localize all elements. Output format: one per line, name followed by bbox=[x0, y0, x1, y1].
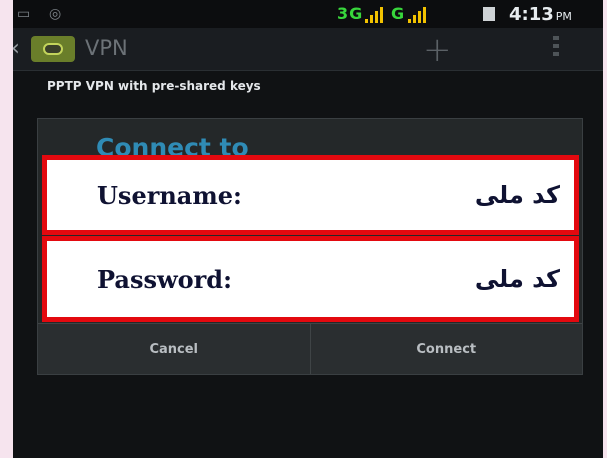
plus-icon[interactable]: + bbox=[423, 30, 452, 70]
screenshot-icon: ▭ bbox=[17, 6, 31, 22]
battery-icon bbox=[483, 7, 495, 21]
cancel-button[interactable]: Cancel bbox=[38, 324, 310, 374]
signal-alert-icon: ◎ bbox=[49, 6, 62, 22]
signal-bars-icon bbox=[365, 7, 383, 23]
clock: 4:13 PM bbox=[509, 4, 572, 25]
status-bar: ▭ ◎ 3G G 4:13 PM bbox=[13, 0, 603, 28]
back-chevron-icon[interactable]: ‹ bbox=[13, 36, 20, 61]
action-bar: ‹ VPN + bbox=[13, 28, 603, 71]
vpn-app-icon[interactable] bbox=[31, 36, 75, 62]
overflow-menu-icon[interactable] bbox=[553, 36, 559, 60]
connect-button[interactable]: Connect bbox=[309, 324, 582, 374]
dialog-buttons: Cancel Connect bbox=[38, 323, 582, 374]
action-bar-title: VPN bbox=[85, 36, 128, 60]
signal-bars-2-icon bbox=[408, 7, 426, 23]
password-field[interactable]: Password: کد ملی bbox=[42, 236, 579, 322]
username-value: کد ملی bbox=[474, 181, 560, 209]
password-value: کد ملی bbox=[474, 265, 560, 293]
username-label: Username: bbox=[97, 180, 242, 210]
network-type: 3G bbox=[337, 4, 364, 23]
vpn-description: PPTP VPN with pre-shared keys bbox=[47, 79, 261, 93]
password-label: Password: bbox=[97, 264, 232, 294]
username-field[interactable]: Username: کد ملی bbox=[42, 155, 579, 235]
network-type-2: G bbox=[391, 4, 406, 23]
